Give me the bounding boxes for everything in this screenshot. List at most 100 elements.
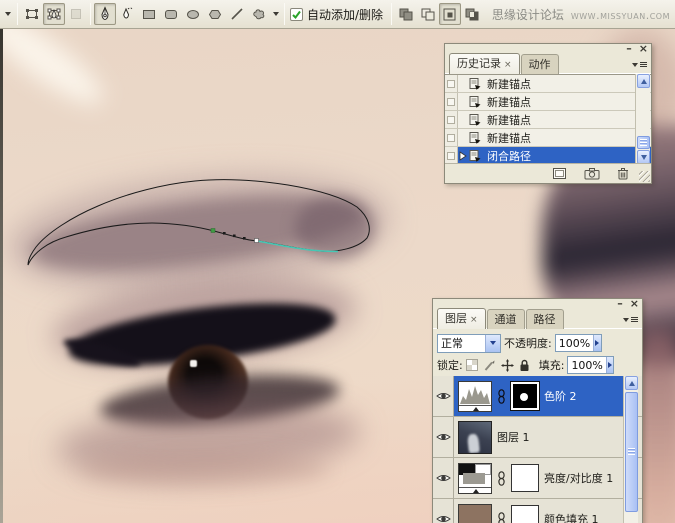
image-layer-thumbnail[interactable]	[458, 421, 492, 454]
anchor-point[interactable]	[243, 237, 246, 240]
shape-list-arrow-icon[interactable]	[270, 3, 281, 25]
path-outline[interactable]	[28, 180, 369, 265]
tool-preset-arrow-icon[interactable]	[2, 3, 14, 25]
close-icon[interactable]: ×	[639, 44, 648, 54]
freeform-pen-tool-icon	[119, 6, 135, 22]
layer-visibility-toggle[interactable]	[433, 499, 454, 523]
auto-add-delete-label: 自动添加/删除	[307, 6, 383, 23]
layers-panel: – × 图层× 通道 路径 正常 不透明度: 10	[432, 298, 643, 523]
layer-mask-thumbnail[interactable]	[511, 382, 539, 410]
scrollbar-thumb[interactable]	[637, 136, 650, 149]
tab-actions[interactable]: 动作	[521, 54, 559, 74]
history-source-checkbox[interactable]	[445, 75, 458, 92]
layer-row-levels-2[interactable]: 色阶 2	[433, 376, 642, 417]
watermark-site: 思缘设计论坛	[492, 6, 564, 23]
custom-shape-tool-button[interactable]	[248, 3, 270, 25]
pen-tool-button[interactable]	[94, 3, 116, 25]
chevron-down-icon[interactable]	[485, 335, 500, 352]
layer-mask-thumbnail[interactable]	[511, 464, 539, 492]
freeform-pen-tool-button[interactable]	[116, 3, 138, 25]
polygon-tool-button[interactable]	[204, 3, 226, 25]
mask-link-icon[interactable]	[497, 471, 506, 486]
tab-history[interactable]: 历史记录×	[449, 53, 520, 74]
fill-field[interactable]: 100%	[567, 356, 614, 374]
panel-menu-icon[interactable]	[630, 58, 648, 71]
lock-all-icon[interactable]	[519, 359, 530, 372]
history-state-icon	[467, 131, 483, 145]
layer-visibility-toggle[interactable]	[433, 458, 454, 498]
lock-position-icon[interactable]	[501, 359, 514, 372]
brightness-contrast-thumbnail[interactable]	[458, 463, 492, 494]
rounded-rectangle-tool-button[interactable]	[160, 3, 182, 25]
history-state-row-selected[interactable]: 闭合路径	[445, 147, 651, 164]
tab-close-icon[interactable]: ×	[470, 315, 478, 325]
current-state-pointer-icon[interactable]	[458, 151, 467, 161]
anchor-point-green[interactable]	[211, 229, 215, 233]
history-source-checkbox[interactable]	[445, 129, 458, 146]
history-scrollbar[interactable]	[635, 74, 650, 164]
layers-scrollbar[interactable]	[623, 376, 638, 523]
lock-paint-icon[interactable]	[483, 359, 496, 372]
layer-row-layer-1[interactable]: 图层 1	[433, 417, 642, 458]
auto-add-delete-checkbox[interactable]	[290, 8, 303, 21]
scrollbar-thumb[interactable]	[625, 392, 638, 512]
fill-slider-arrow-icon[interactable]	[606, 357, 614, 373]
history-source-checkbox[interactable]	[445, 93, 458, 110]
lock-transparency-icon[interactable]	[466, 359, 478, 371]
add-path-area-button[interactable]	[395, 3, 417, 25]
tab-channels[interactable]: 通道	[487, 309, 525, 329]
layer-visibility-toggle[interactable]	[433, 376, 454, 416]
history-state-icon	[467, 95, 483, 109]
rectangle-tool-button[interactable]	[138, 3, 160, 25]
intersect-path-area-button[interactable]	[439, 3, 461, 25]
ellipse-tool-button[interactable]	[182, 3, 204, 25]
new-snapshot-icon[interactable]	[584, 167, 600, 180]
scroll-up-icon[interactable]	[637, 74, 650, 88]
opacity-field[interactable]: 100%	[555, 334, 602, 352]
paths-mode-button[interactable]	[43, 3, 65, 25]
subtract-path-area-icon	[420, 7, 436, 22]
history-state-row[interactable]: 新建锚点	[445, 93, 651, 111]
minimize-icon[interactable]: –	[617, 299, 623, 309]
panel-menu-icon[interactable]	[621, 313, 639, 326]
history-state-icon	[467, 77, 483, 91]
trash-icon[interactable]	[617, 167, 629, 180]
history-state-row[interactable]: 新建锚点	[445, 111, 651, 129]
path-segment-cyan[interactable]	[257, 241, 338, 252]
color-fill-thumbnail[interactable]	[458, 504, 492, 523]
mask-link-icon[interactable]	[497, 389, 506, 404]
resize-grip[interactable]	[639, 171, 650, 182]
shape-layers-button[interactable]	[21, 3, 43, 25]
scroll-down-icon[interactable]	[637, 150, 650, 164]
minimize-icon[interactable]: –	[626, 44, 632, 54]
layer-mask-thumbnail[interactable]	[511, 505, 539, 523]
line-tool-button[interactable]	[226, 3, 248, 25]
levels-adjustment-thumbnail[interactable]	[458, 381, 492, 412]
watermark-url: www.missyuan.com	[571, 9, 670, 22]
layer-row-color-fill-1[interactable]: 颜色填充 1	[433, 499, 642, 523]
history-state-row[interactable]: 新建锚点	[445, 129, 651, 147]
exclude-path-area-button[interactable]	[461, 3, 483, 25]
layer-row-brightness-contrast-1[interactable]: 亮度/对比度 1	[433, 458, 642, 499]
history-source-checkbox[interactable]	[445, 147, 458, 164]
opacity-slider-arrow-icon[interactable]	[593, 335, 601, 351]
close-icon[interactable]: ×	[630, 299, 639, 309]
check-icon	[291, 9, 302, 20]
anchor-point-white[interactable]	[255, 239, 259, 243]
tool-options-bar: 自动添加/删除	[0, 0, 675, 29]
tab-paths[interactable]: 路径	[526, 309, 564, 329]
subtract-path-area-button[interactable]	[417, 3, 439, 25]
history-source-checkbox[interactable]	[445, 111, 458, 128]
watermark: 思缘设计论坛 www.missyuan.com	[492, 6, 670, 23]
scroll-up-icon[interactable]	[625, 376, 638, 390]
layer-visibility-toggle[interactable]	[433, 417, 454, 457]
anchor-point[interactable]	[223, 232, 226, 235]
tab-close-icon[interactable]: ×	[504, 60, 512, 70]
anchor-point[interactable]	[233, 235, 236, 238]
history-state-row[interactable]: 新建锚点	[445, 75, 651, 93]
tab-layers[interactable]: 图层×	[437, 308, 486, 329]
mask-link-icon[interactable]	[497, 512, 506, 523]
new-document-from-state-icon[interactable]	[552, 167, 567, 180]
blend-mode-select[interactable]: 正常	[437, 334, 501, 353]
history-state-icon	[467, 113, 483, 127]
